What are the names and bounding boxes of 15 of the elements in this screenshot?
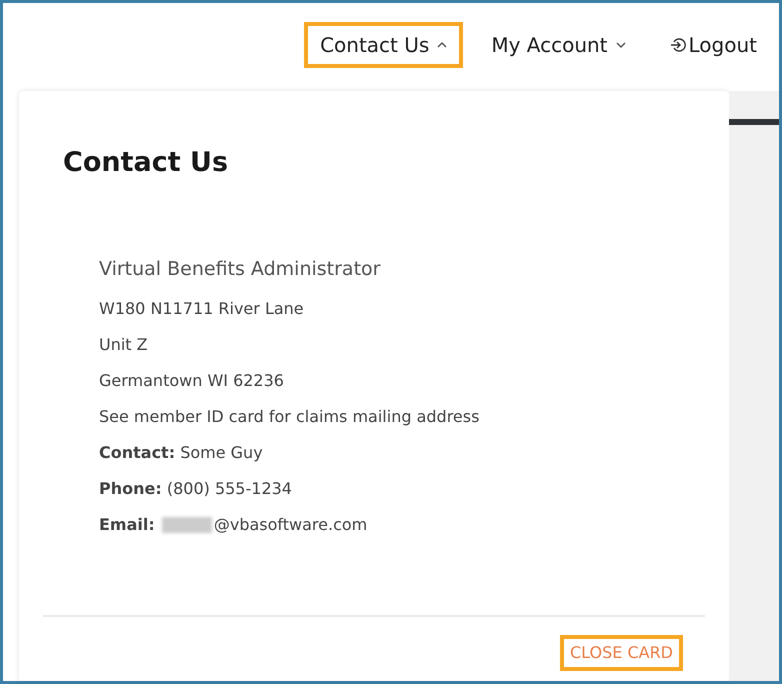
address-line: Phone: (800) 555-1234 (99, 478, 293, 500)
address-line: Unit Z (99, 334, 149, 356)
company-name: Virtual Benefits Administrator (99, 256, 382, 282)
caret-down-icon (616, 41, 626, 49)
address-line: Contact: Some Guy (99, 442, 264, 464)
nav-dropdown[interactable]: My Account (475, 22, 642, 68)
logout-icon (670, 37, 686, 53)
nav-dropdown[interactable]: Contact Us (304, 22, 464, 68)
address-line: See member ID card for claims mailing address (99, 406, 480, 428)
email-line: Email: @vbasoftware.com (99, 514, 368, 536)
address-line: W180 N11711 River Lane (99, 298, 305, 320)
logout-link[interactable]: Logout (654, 22, 773, 68)
address-line: Germantown WI 62236 (99, 370, 285, 392)
card-title: Contact Us (63, 146, 230, 180)
caret-up-icon (437, 41, 448, 49)
